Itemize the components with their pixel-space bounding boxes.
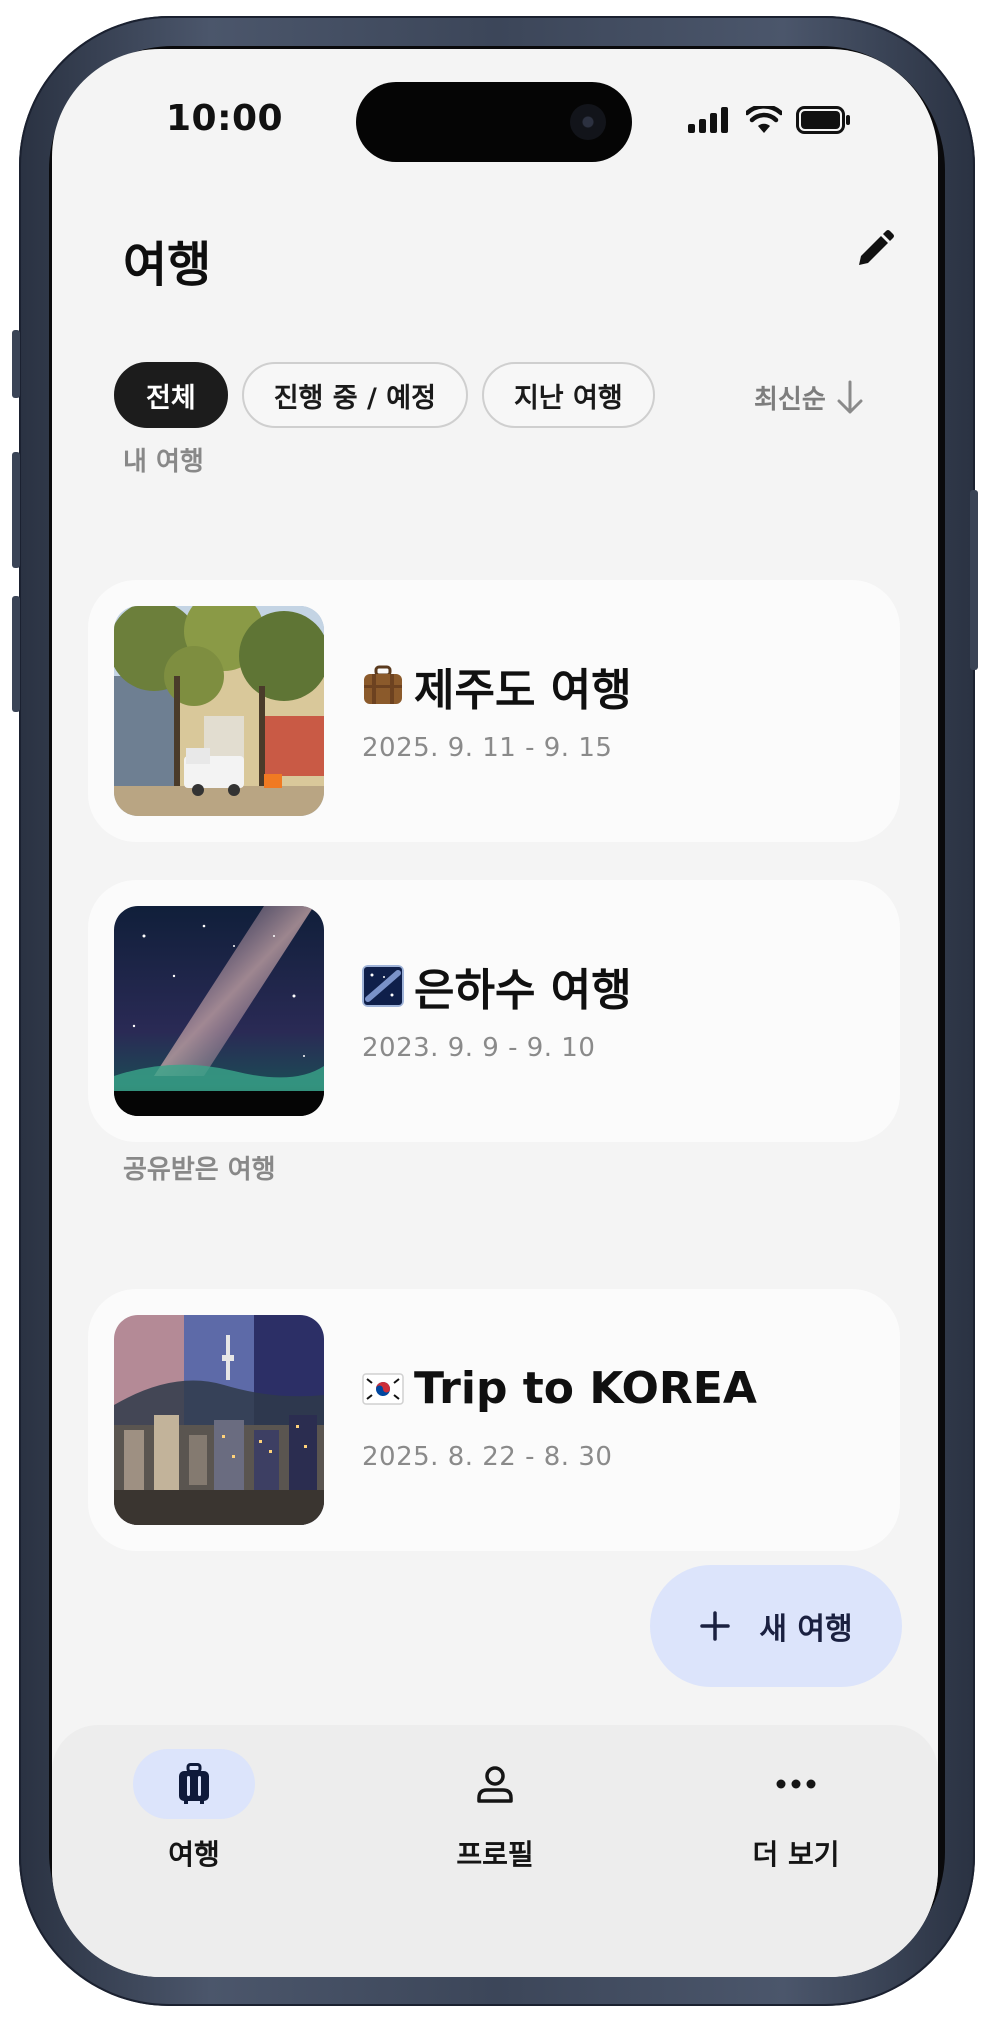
nav-active-indicator <box>133 1749 255 1819</box>
bottom-nav: 여행 프로필 더 보기 <box>52 1725 938 1977</box>
new-trip-label: 새 여행 <box>759 1612 853 1647</box>
korea-flag-icon <box>362 1372 404 1405</box>
status-icons <box>688 105 852 135</box>
filter-chips: 전체 진행 중 / 예정 지난 여행 <box>114 362 655 428</box>
section-label-my-trips: 내 여행 <box>123 447 204 477</box>
sort-button[interactable]: 최신순 <box>754 379 864 416</box>
trip-title: 제주도 여행 <box>362 654 632 718</box>
trip-thumbnail <box>114 1315 324 1525</box>
milky-way-icon <box>362 965 404 1007</box>
nav-item-more[interactable]: 더 보기 <box>696 1725 896 1873</box>
trip-dates: 2023. 9. 9 - 9. 10 <box>362 1033 596 1063</box>
nav-label: 더 보기 <box>752 1838 840 1871</box>
trip-card-jeju[interactable]: 제주도 여행 2025. 9. 11 - 9. 15 <box>88 580 900 842</box>
nav-icon-wrap <box>735 1749 857 1819</box>
more-dots-icon <box>776 1779 816 1789</box>
trip-title: 은하수 여행 <box>362 954 632 1018</box>
battery-icon <box>796 106 850 134</box>
filter-chip-ongoing[interactable]: 진행 중 / 예정 <box>241 362 468 428</box>
wifi-icon <box>746 106 782 133</box>
page-title: 여행 <box>123 237 212 293</box>
nav-icon-wrap <box>434 1749 556 1819</box>
luggage-icon <box>364 665 402 704</box>
plus-icon <box>700 1611 731 1641</box>
dynamic-island <box>356 82 632 162</box>
chip-label: 지난 여행 <box>513 382 623 414</box>
signal-icon <box>688 107 728 133</box>
power-button <box>970 490 978 670</box>
volume-up-button <box>12 452 20 568</box>
new-trip-button[interactable]: 새 여행 <box>650 1565 902 1687</box>
status-time: 10:00 <box>166 98 284 139</box>
sort-label: 최신순 <box>754 385 826 415</box>
section-label-shared-trips: 공유받은 여행 <box>123 1155 276 1185</box>
trip-thumbnail <box>114 906 324 1116</box>
trip-title-text: 제주도 여행 <box>414 665 632 716</box>
chip-label: 진행 중 / 예정 <box>273 382 436 414</box>
volume-down-button <box>12 596 20 712</box>
chip-label: 전체 <box>146 382 196 414</box>
person-icon <box>477 1766 513 1803</box>
action-button <box>12 330 20 398</box>
pencil-icon <box>859 230 894 265</box>
nav-label: 여행 <box>168 1838 220 1871</box>
filter-chip-all[interactable]: 전체 <box>114 362 228 428</box>
trip-dates: 2025. 9. 11 - 9. 15 <box>362 733 613 763</box>
suitcase-icon <box>179 1763 209 1804</box>
trip-title-text: 은하수 여행 <box>414 965 632 1016</box>
trip-dates: 2025. 8. 22 - 8. 30 <box>362 1442 613 1472</box>
nav-label: 프로필 <box>456 1838 534 1871</box>
trip-card-korea[interactable]: Trip to KOREA 2025. 8. 22 - 8. 30 <box>88 1289 900 1551</box>
edit-button[interactable] <box>850 224 900 274</box>
trip-card-milkyway[interactable]: 은하수 여행 2023. 9. 9 - 9. 10 <box>88 880 900 1142</box>
nav-item-profile[interactable]: 프로필 <box>395 1725 595 1873</box>
trip-thumbnail <box>114 606 324 816</box>
screen: 10:00 여행 전체 진행 중 / 예정 지난 여행 최신순 내 여행 제주도… <box>52 49 938 1977</box>
trip-title-text: Trip to KOREA <box>414 1363 757 1414</box>
trip-title: Trip to KOREA <box>362 1363 757 1414</box>
camera-icon <box>570 104 606 140</box>
filter-chip-past[interactable]: 지난 여행 <box>481 362 655 428</box>
nav-item-trips[interactable]: 여행 <box>94 1725 294 1873</box>
arrow-down-icon <box>837 380 863 413</box>
